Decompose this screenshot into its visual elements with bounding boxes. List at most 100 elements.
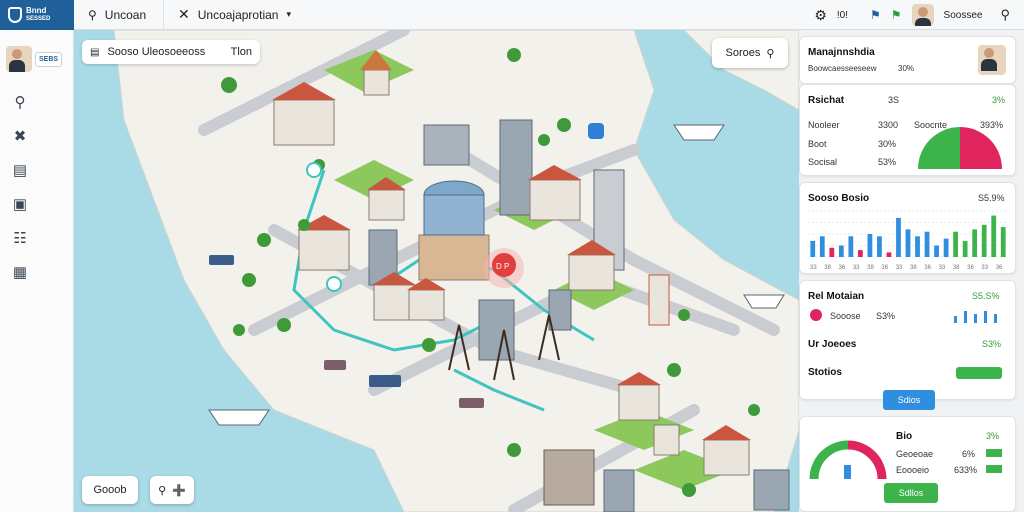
route-node <box>326 276 342 292</box>
document-icon[interactable]: ☷ <box>11 230 29 248</box>
bar-chart-title: Sooso Bosio <box>808 193 870 204</box>
bar-chart: 33 38 36 33 38 36 33 38 36 33 38 36 33 36 <box>808 210 1008 271</box>
bar <box>981 224 987 257</box>
tick-label: 36 <box>881 265 888 271</box>
bar <box>886 252 892 257</box>
pin-icon[interactable]: ⚲ <box>11 94 29 112</box>
tick-label: 36 <box>967 265 974 271</box>
zoom-in-icon[interactable]: ➕ <box>172 484 186 497</box>
tick-label: 33 <box>810 265 817 271</box>
gauge-red <box>847 440 887 480</box>
stats-row-label: Socisal <box>808 157 838 167</box>
bar <box>915 236 920 257</box>
search-menu[interactable]: ⚲ Uncoan <box>74 0 164 30</box>
rel-row2-value: S3% <box>982 339 1002 349</box>
rel-title: Rel Motaian <box>808 291 865 302</box>
status-dot <box>810 309 822 321</box>
tick-label: 36 <box>924 265 931 271</box>
list-icon[interactable]: ▦ <box>11 264 29 282</box>
chart-icon[interactable]: ▤ <box>11 162 29 180</box>
bar <box>877 236 882 257</box>
tick-label: 38 <box>953 265 960 271</box>
tick-label: 33 <box>896 265 903 271</box>
layers-icon[interactable]: ▣ <box>11 196 29 214</box>
user-avatar[interactable] <box>911 4 934 26</box>
rel-row-value: S3% <box>876 311 896 321</box>
map-search-box[interactable]: ▤ Sooso Uleosoeeoss Tlon <box>82 40 260 64</box>
bar <box>858 250 863 257</box>
bar <box>1000 227 1006 257</box>
map-search-button[interactable]: Soroes ⚲ <box>712 38 788 68</box>
stats-row-value: 3300 <box>878 120 899 130</box>
logo-text: Bnnd SESSED <box>26 5 51 22</box>
stats-row-label: Nooleer <box>808 120 840 130</box>
tick-label: 33 <box>939 265 946 271</box>
map-canvas[interactable]: D P <box>74 30 799 512</box>
bar <box>819 236 825 257</box>
gauge-green <box>918 127 960 169</box>
rel-mini-bars <box>954 311 997 323</box>
bar <box>943 238 949 257</box>
bottom-row-value: 6% <box>962 449 976 459</box>
stats-title-pct: 3% <box>992 95 1006 105</box>
close-icon[interactable]: ✕ <box>178 6 190 23</box>
search-icon[interactable]: ⚲ <box>1000 7 1010 23</box>
bottom-title: Bio <box>896 431 913 442</box>
right-panel: Manajnnshdia Boowcaesseeseew 30% Rsichat… <box>799 36 1016 512</box>
tick-label: 33 <box>853 265 860 271</box>
legend-swatch <box>986 465 1002 473</box>
tick-label: 33 <box>981 265 988 271</box>
avatar[interactable] <box>978 45 1006 75</box>
app-logo[interactable]: Bnnd SESSED <box>0 0 74 30</box>
flag-icon[interactable]: ⚑ <box>891 8 902 22</box>
bar <box>848 236 854 257</box>
legend-swatch <box>986 449 1002 457</box>
header-card: Manajnnshdia Boowcaesseeseew 30% <box>799 36 1016 84</box>
bottom-left-button[interactable]: Gooob <box>82 476 138 504</box>
sdios-button[interactable]: Sdios <box>883 390 935 410</box>
rel-row-label: Sooose <box>830 311 861 321</box>
chevron-down-icon: ▾ <box>286 9 291 19</box>
route-node <box>306 162 322 178</box>
zoom-icon[interactable]: ⚲ <box>158 484 166 497</box>
location-dropdown[interactable]: ✕ Uncoajaprotian ▾ <box>164 0 305 30</box>
sidebar-user[interactable]: SEBS <box>6 44 67 74</box>
count-value: !0! <box>836 9 849 21</box>
toggle-bar[interactable] <box>956 367 1002 379</box>
rel-value: S5.S% <box>972 291 1000 301</box>
bottom-row-label: Eoooeio <box>896 465 930 475</box>
tick-label: 38 <box>824 265 831 271</box>
stats-gauge <box>918 127 1002 169</box>
avatar[interactable] <box>6 46 32 72</box>
stats-title-value: 3S <box>888 95 900 105</box>
zoom-controls[interactable]: ⚲ ➕ <box>150 476 194 504</box>
gear-icon[interactable]: ⚙ <box>814 7 827 24</box>
bar <box>924 231 930 257</box>
sidebar-nav: ⚲ ✖ ▤ ▣ ☷ ▦ <box>0 94 40 282</box>
sdllos-button[interactable]: Sdllos <box>884 483 938 503</box>
gauge-needle <box>844 465 851 479</box>
bar <box>810 240 816 257</box>
location-marker <box>588 123 604 139</box>
user-name[interactable]: Soossee <box>944 10 983 21</box>
panel-title: Manajnnshdia <box>808 47 875 58</box>
rel-row3-label: Stotios <box>808 367 842 378</box>
panel-subtitle-value: 30% <box>898 64 915 73</box>
bottom-row-value: 633% <box>954 465 978 475</box>
bar <box>905 229 911 257</box>
bar <box>829 247 835 257</box>
tick-label: 38 <box>910 265 917 271</box>
logo-icon <box>8 6 22 23</box>
tools-icon[interactable]: ✖ <box>11 128 29 146</box>
tick-label: 36 <box>839 265 846 271</box>
bottom-card: Bio 3% Geoeoae 6% Eoooeio 633% Sdllos <box>799 416 1016 512</box>
bottom-row-label: Geoeoae <box>896 449 934 459</box>
city-map[interactable]: D P ▤ Sooso Uleosoeeoss Tlon Soroes ⚲ Go… <box>74 30 799 512</box>
gauge-green <box>809 440 849 480</box>
bar <box>867 234 873 257</box>
tick-label: 38 <box>867 265 874 271</box>
bar <box>838 245 844 257</box>
bar <box>972 229 978 257</box>
notification-icon[interactable]: ⚑ <box>870 8 881 22</box>
search-icon: ⚲ <box>88 7 97 22</box>
